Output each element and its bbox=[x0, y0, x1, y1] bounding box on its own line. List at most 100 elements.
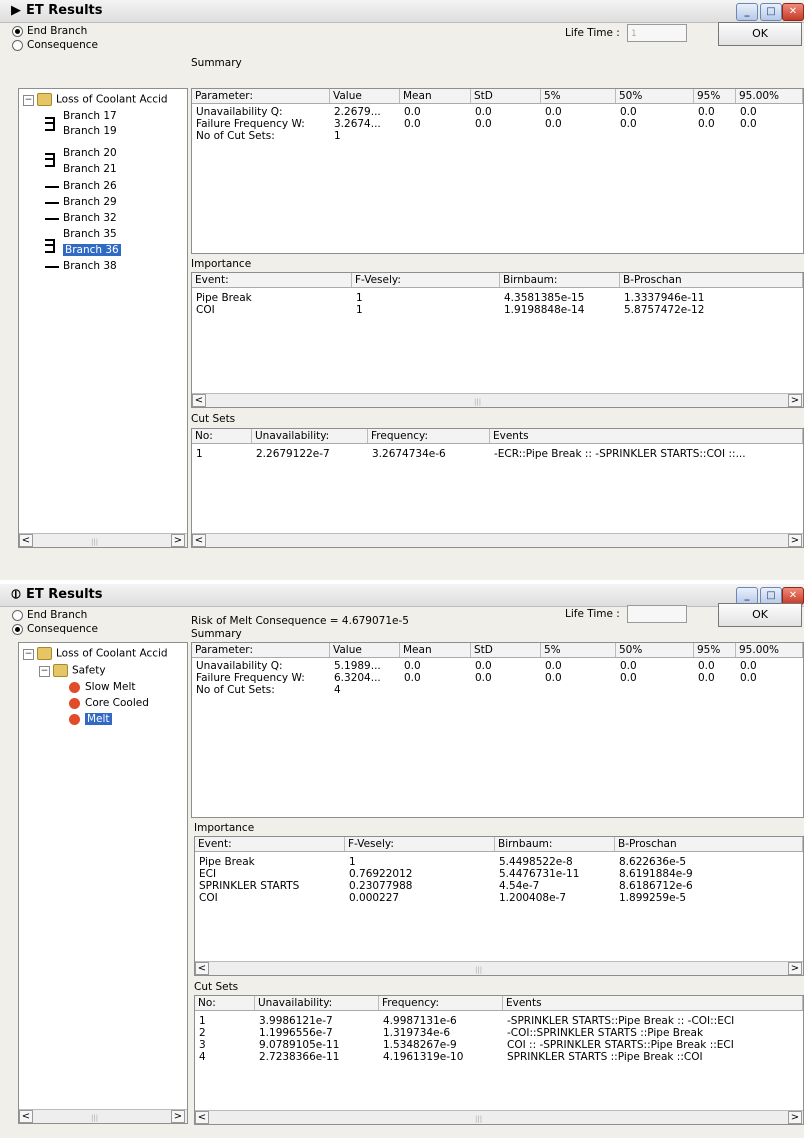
scroll-left-icon[interactable]: < bbox=[195, 1111, 209, 1124]
scroll-right-icon[interactable]: > bbox=[788, 1111, 802, 1124]
scroll-right-icon[interactable]: > bbox=[171, 1110, 185, 1123]
folder-icon bbox=[37, 93, 52, 106]
table-cell: 0.0 bbox=[740, 672, 757, 684]
col-events[interactable]: Events bbox=[490, 429, 803, 443]
col-parameter[interactable]: Parameter: bbox=[192, 643, 330, 657]
maximize-button[interactable]: □ bbox=[760, 3, 782, 21]
col-bproschan[interactable]: B-Proschan bbox=[615, 837, 803, 851]
col-no[interactable]: No: bbox=[195, 996, 255, 1010]
folder-icon bbox=[53, 664, 68, 677]
col-birnbaum[interactable]: Birnbaum: bbox=[500, 273, 620, 287]
tree-item-branch-19[interactable]: Branch 19 bbox=[63, 125, 117, 137]
scroll-left-icon[interactable]: < bbox=[192, 394, 206, 407]
col-fvesely[interactable]: F-Vesely: bbox=[352, 273, 500, 287]
life-time-label: Life Time : bbox=[565, 608, 620, 620]
scroll-right-icon[interactable]: > bbox=[171, 534, 185, 547]
scroll-thumb[interactable]: ||| bbox=[475, 1115, 482, 1123]
tree-item-branch-35[interactable]: Branch 35 bbox=[63, 228, 117, 240]
scroll-left-icon[interactable]: < bbox=[195, 962, 209, 975]
col-95pct[interactable]: 95% bbox=[694, 643, 736, 657]
tree-item-branch-36[interactable]: Branch 36 bbox=[63, 244, 121, 256]
tree-item-melt[interactable]: Melt bbox=[69, 713, 112, 725]
tree-item-branch-26[interactable]: Branch 26 bbox=[63, 180, 117, 192]
tree-item-branch-32[interactable]: Branch 32 bbox=[63, 212, 117, 224]
tree-scrollbar[interactable]: < ||| > bbox=[19, 1109, 187, 1123]
col-frequency[interactable]: Frequency: bbox=[379, 996, 503, 1010]
scroll-right-icon[interactable]: > bbox=[788, 394, 802, 407]
scroll-thumb[interactable]: ||| bbox=[91, 538, 98, 546]
life-time-input[interactable]: 1 bbox=[627, 24, 687, 42]
scroll-right-icon[interactable]: > bbox=[788, 962, 802, 975]
table-cell: 1 bbox=[334, 130, 341, 142]
col-95pct[interactable]: 95% bbox=[694, 89, 736, 103]
table-cell: 3.2674... bbox=[334, 118, 381, 130]
col-frequency[interactable]: Frequency: bbox=[368, 429, 490, 443]
tree-item-branch-20[interactable]: Branch 20 bbox=[63, 147, 117, 159]
tree-item-slow-melt[interactable]: Slow Melt bbox=[69, 681, 136, 693]
importance-scrollbar[interactable]: < ||| > bbox=[195, 961, 803, 975]
ok-button[interactable]: OK bbox=[718, 22, 802, 46]
col-value[interactable]: Value bbox=[330, 89, 400, 103]
col-unavailability[interactable]: Unavailability: bbox=[252, 429, 368, 443]
col-50pct[interactable]: 50% bbox=[616, 643, 694, 657]
life-time-input[interactable] bbox=[627, 605, 687, 623]
scroll-thumb[interactable]: ||| bbox=[474, 398, 481, 406]
table-cell: 0.0 bbox=[698, 118, 715, 130]
scroll-thumb[interactable]: ||| bbox=[475, 966, 482, 974]
col-fvesely[interactable]: F-Vesely: bbox=[345, 837, 495, 851]
col-birnbaum[interactable]: Birnbaum: bbox=[495, 837, 615, 851]
scroll-right-icon[interactable]: > bbox=[788, 534, 802, 547]
table-cell: 0.0 bbox=[740, 660, 757, 672]
end-branch-radio[interactable]: End Branch bbox=[12, 25, 87, 37]
tree-scrollbar[interactable]: < ||| > bbox=[19, 533, 187, 547]
col-parameter[interactable]: Parameter: bbox=[192, 89, 330, 103]
col-event[interactable]: Event: bbox=[192, 273, 352, 287]
tree-item-branch-38[interactable]: Branch 38 bbox=[63, 260, 117, 272]
tree-item-branch-17[interactable]: Branch 17 bbox=[63, 110, 117, 122]
col-5pct[interactable]: 5% bbox=[541, 643, 616, 657]
consequence-radio[interactable]: Consequence bbox=[12, 39, 98, 51]
col-bproschan[interactable]: B-Proschan bbox=[620, 273, 803, 287]
table-cell: 1.899259e-5 bbox=[619, 892, 687, 904]
col-event[interactable]: Event: bbox=[195, 837, 345, 851]
col-std[interactable]: StD bbox=[471, 89, 541, 103]
col-5pct[interactable]: 5% bbox=[541, 89, 616, 103]
consequence-label: Consequence bbox=[27, 623, 99, 635]
scroll-left-icon[interactable]: < bbox=[192, 534, 206, 547]
col-value[interactable]: Value bbox=[330, 643, 400, 657]
collapse-icon[interactable]: − bbox=[23, 649, 34, 660]
col-9500pct[interactable]: 95.00% bbox=[736, 643, 803, 657]
folder-icon bbox=[37, 647, 52, 660]
cutsets-scrollbar[interactable]: < ||| > bbox=[195, 1110, 803, 1124]
collapse-icon[interactable]: − bbox=[39, 666, 50, 677]
tree-root[interactable]: Loss of Coolant Accid bbox=[37, 647, 168, 660]
col-mean[interactable]: Mean bbox=[400, 643, 471, 657]
end-branch-radio[interactable]: End Branch bbox=[12, 609, 87, 621]
table-cell: No of Cut Sets: bbox=[196, 684, 275, 696]
minimize-button[interactable]: _ bbox=[736, 3, 758, 21]
collapse-icon[interactable]: − bbox=[23, 95, 34, 106]
col-mean[interactable]: Mean bbox=[400, 89, 471, 103]
tree-item-label: Slow Melt bbox=[85, 681, 136, 693]
col-9500pct[interactable]: 95.00% bbox=[736, 89, 803, 103]
col-std[interactable]: StD bbox=[471, 643, 541, 657]
tree-item-safety[interactable]: Safety bbox=[53, 664, 106, 677]
scroll-thumb[interactable]: ||| bbox=[91, 1114, 98, 1122]
importance-scrollbar[interactable]: < ||| > bbox=[192, 393, 803, 407]
ok-button[interactable]: OK bbox=[718, 603, 802, 627]
consequence-radio[interactable]: Consequence bbox=[12, 623, 98, 635]
tree-item-branch-29[interactable]: Branch 29 bbox=[63, 196, 117, 208]
table-cell: COI bbox=[196, 304, 215, 316]
col-no[interactable]: No: bbox=[192, 429, 252, 443]
scroll-left-icon[interactable]: < bbox=[19, 1110, 33, 1123]
col-unavailability[interactable]: Unavailability: bbox=[255, 996, 379, 1010]
tree-item-core-cooled[interactable]: Core Cooled bbox=[69, 697, 149, 709]
cutsets-scrollbar[interactable]: < > bbox=[192, 533, 803, 547]
close-button[interactable]: ✕ bbox=[782, 3, 804, 21]
tree-root[interactable]: Loss of Coolant Accid bbox=[37, 93, 168, 106]
col-50pct[interactable]: 50% bbox=[616, 89, 694, 103]
scroll-left-icon[interactable]: < bbox=[19, 534, 33, 547]
radio-selected-icon bbox=[12, 25, 23, 37]
tree-item-branch-21[interactable]: Branch 21 bbox=[63, 163, 117, 175]
col-events[interactable]: Events bbox=[503, 996, 803, 1010]
